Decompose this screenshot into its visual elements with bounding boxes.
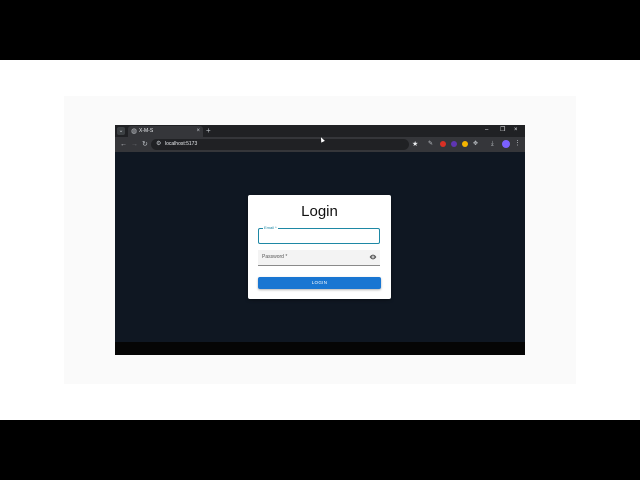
site-info-icon[interactable]: ⚙ — [156, 141, 161, 148]
extension-purple-icon[interactable] — [451, 141, 457, 147]
extension-red-icon[interactable] — [440, 141, 446, 147]
reload-icon[interactable]: ↻ — [142, 140, 148, 149]
edit-icon[interactable]: ✎ — [428, 140, 433, 148]
globe-icon: ◍ — [131, 128, 138, 135]
profile-avatar[interactable] — [502, 140, 510, 148]
tab-close-icon[interactable]: × — [196, 128, 200, 135]
browser-window: ⌄ ◍ X-M-S × + – ❐ × ← → ↻ ⚙ localhost:51… — [115, 125, 525, 355]
url-text[interactable]: localhost:5173 — [165, 141, 197, 148]
bookmark-star-icon[interactable]: ★ — [412, 140, 418, 149]
minimize-button[interactable]: – — [485, 126, 488, 135]
eye-icon[interactable] — [369, 253, 377, 261]
taskbar — [115, 342, 525, 355]
new-tab-button[interactable]: + — [206, 126, 211, 135]
tab-title: X-M-S — [139, 128, 154, 134]
tab-bar: ⌄ ◍ X-M-S × + – ❐ × — [115, 125, 525, 137]
page-viewport: Login Email * Password * LOGIN — [115, 152, 525, 342]
letterbox-top — [0, 0, 640, 60]
login-card: Login Email * Password * LOGIN — [248, 195, 391, 299]
login-title: Login — [301, 203, 338, 220]
login-button[interactable]: LOGIN — [258, 277, 381, 289]
tab-search-icon[interactable]: ⌄ — [117, 127, 125, 135]
extension-yellow-icon[interactable] — [462, 141, 468, 147]
download-icon[interactable]: ⤓ — [491, 140, 494, 148]
browser-tab[interactable]: ◍ X-M-S × — [128, 126, 203, 137]
password-label: Password * — [262, 254, 288, 260]
back-icon[interactable]: ← — [120, 140, 127, 149]
password-field[interactable]: Password * — [258, 250, 380, 266]
email-label: Email * — [263, 225, 278, 231]
address-bar[interactable]: ⚙ localhost:5173 — [151, 139, 409, 150]
close-window-button[interactable]: × — [514, 126, 518, 135]
forward-icon[interactable]: → — [131, 140, 138, 149]
extension-icon[interactable]: ✥ — [473, 140, 478, 148]
email-field[interactable]: Email * — [258, 225, 380, 244]
letterbox-bottom — [0, 420, 640, 480]
restore-button[interactable]: ❐ — [500, 126, 505, 135]
more-menu-icon[interactable]: ⋮ — [514, 139, 521, 149]
